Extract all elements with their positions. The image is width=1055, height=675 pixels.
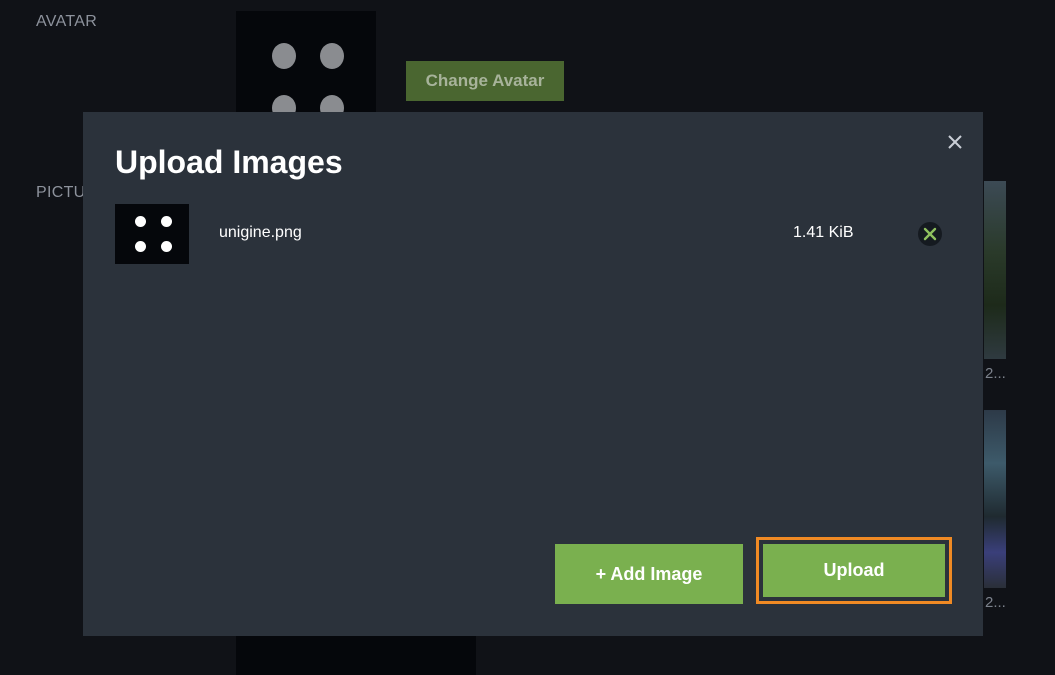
thumbnail-logo-dot	[135, 241, 146, 252]
upload-images-modal: Upload Images unigine.png 1.41 KiB + Add…	[83, 112, 983, 636]
file-list-item: unigine.png 1.41 KiB	[115, 204, 951, 264]
upload-button-focus-ring: Upload	[756, 537, 952, 604]
thumbnail-logo-dot	[135, 216, 146, 227]
change-avatar-button[interactable]: Change Avatar	[406, 61, 564, 101]
picture-thumbnail[interactable]	[984, 410, 1006, 588]
thumbnail-logo-dot	[161, 241, 172, 252]
avatar-logo-dot	[320, 43, 344, 69]
upload-button[interactable]: Upload	[763, 544, 945, 597]
avatar-logo-dot	[272, 43, 296, 69]
picture-caption: 2...	[985, 365, 1006, 382]
x-mark-icon[interactable]	[918, 222, 942, 246]
file-thumbnail	[115, 204, 189, 264]
file-size: 1.41 KiB	[793, 224, 854, 241]
picture-caption: 2...	[985, 594, 1006, 611]
modal-title: Upload Images	[115, 144, 343, 180]
file-name: unigine.png	[219, 224, 302, 241]
add-image-button[interactable]: + Add Image	[555, 544, 743, 604]
close-icon[interactable]	[943, 130, 967, 154]
background-panel	[236, 636, 476, 675]
profile-page: AVATAR Change Avatar PICTU 2... 2... Upl…	[0, 0, 1055, 675]
pictures-section-label: PICTU	[36, 184, 86, 201]
picture-thumbnail[interactable]	[984, 181, 1006, 359]
thumbnail-logo-dot	[161, 216, 172, 227]
avatar-section-label: AVATAR	[36, 13, 98, 30]
